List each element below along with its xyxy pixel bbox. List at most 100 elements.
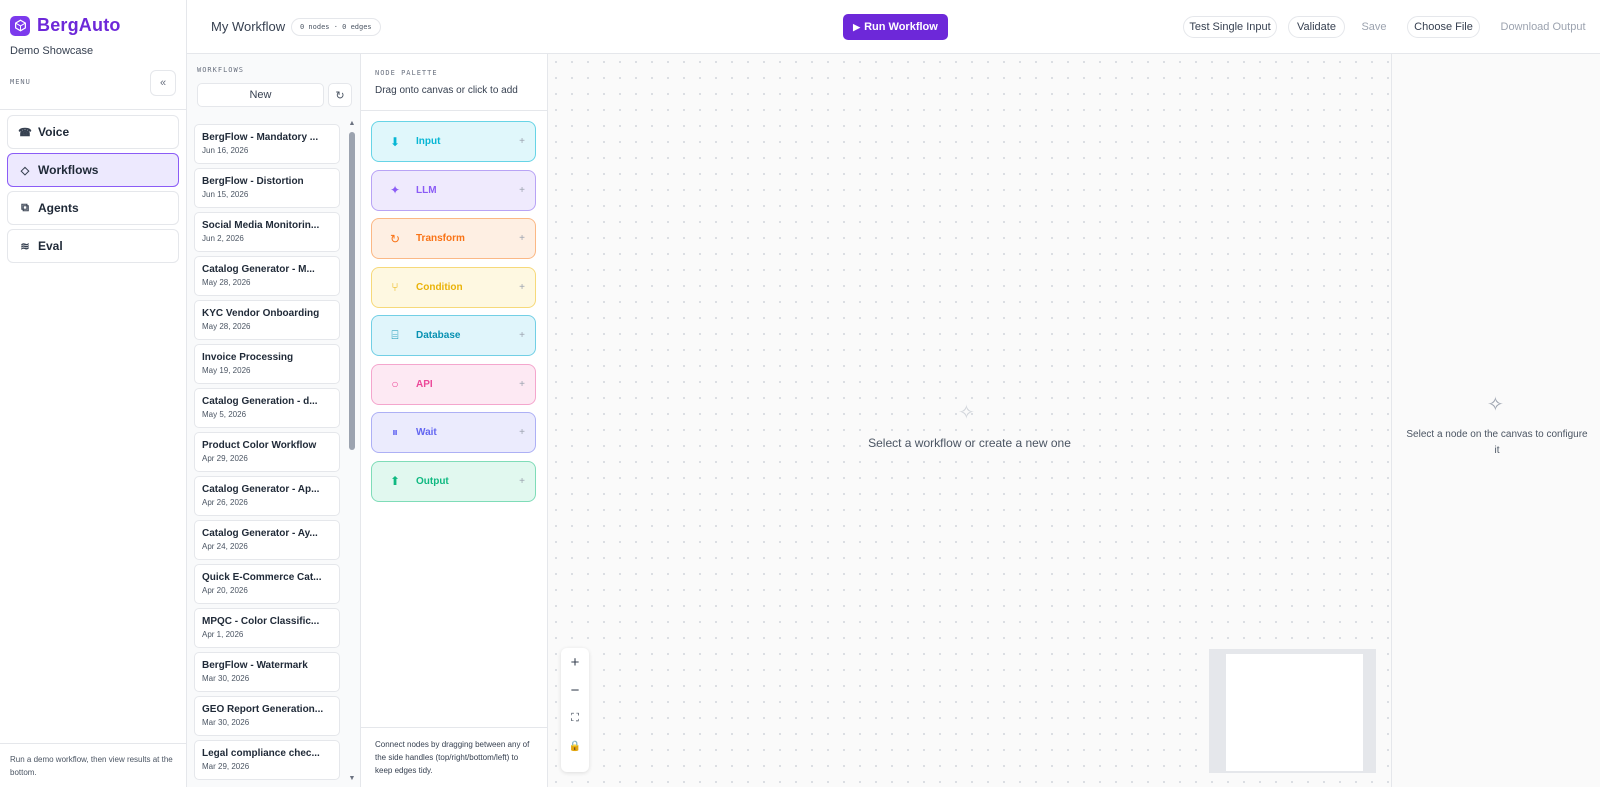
palette-node-wait[interactable]: ⏸ Wait +	[371, 412, 536, 453]
workflow-list-item[interactable]: Catalog Generator - Ap... Apr 26, 2026	[194, 476, 340, 516]
sidebar-item-label: Eval	[38, 239, 63, 253]
palette-node-label: Transform	[416, 233, 465, 244]
workflow-list-item[interactable]: Catalog Generation - d... May 5, 2026	[194, 388, 340, 428]
refresh-icon[interactable]: ↻	[328, 83, 352, 107]
validate-button[interactable]: Validate	[1288, 16, 1345, 38]
workflow-list-item[interactable]: KYC Vendor Onboarding May 28, 2026	[194, 300, 340, 340]
zoom-in-icon[interactable]: +	[561, 648, 589, 676]
add-node-icon[interactable]: +	[519, 136, 525, 147]
palette-node-condition[interactable]: ⑂ Condition +	[371, 266, 536, 308]
workflow-list-item[interactable]: BergFlow - Mandatory ... Jun 16, 2026	[194, 124, 340, 164]
palette-node-transform[interactable]: ↻ Transform +	[371, 218, 536, 259]
palette-node-label: Wait	[416, 427, 437, 438]
workflow-item-title: Catalog Generator - Ap...	[202, 484, 320, 495]
scrollbar-thumb[interactable]	[349, 132, 355, 450]
workflow-list-item[interactable]: BergFlow - Watermark Mar 30, 2026	[194, 652, 340, 692]
workflow-list-item[interactable]: Legal compliance chec... Mar 29, 2026	[194, 740, 340, 780]
zoom-out-icon[interactable]: −	[561, 676, 589, 704]
palette-node-input[interactable]: ⬇ Input +	[371, 121, 536, 162]
workflow-item-title: MPQC - Color Classific...	[202, 616, 320, 627]
config-empty-message: Select a node on the canvas to configure…	[1406, 429, 1588, 456]
workflow-list-item[interactable]: MPQC - Color Classific... Apr 1, 2026	[194, 608, 340, 648]
workflows-label: WORKFLOWS	[197, 66, 244, 74]
workflow-title[interactable]: My Workflow	[211, 19, 285, 34]
agents-icon: ⧉	[21, 201, 29, 214]
workflow-list-scrollbar[interactable]: ▲ ▼	[348, 120, 356, 787]
download-output-button[interactable]: Download Output	[1493, 16, 1593, 38]
palette-node-label: Condition	[416, 281, 463, 293]
fit-view-icon[interactable]: ⛶	[561, 704, 589, 732]
phone-icon: ☎	[18, 126, 32, 139]
sidebar-item-label: Agents	[38, 201, 79, 215]
sidebar-footer-divider	[0, 743, 187, 744]
workflow-list-item[interactable]: Quick E-Commerce Cat... Apr 20, 2026	[194, 564, 340, 604]
palette-node-label: Database	[416, 330, 461, 341]
palette-node-output[interactable]: ⬆ Output +	[371, 460, 536, 502]
scroll-up-icon[interactable]: ▲	[348, 120, 356, 127]
brand[interactable]: BergAuto	[10, 15, 121, 36]
workflow-list-item[interactable]: Product Color Workflow Apr 29, 2026	[194, 432, 340, 472]
workflow-item-title: Social Media Monitorin...	[202, 220, 320, 231]
workflow-list-item[interactable]: Invoice Processing May 19, 2026	[194, 344, 340, 384]
choose-file-button[interactable]: Choose File	[1407, 16, 1480, 38]
diamond-icon: ◇	[20, 164, 30, 177]
save-button[interactable]: Save	[1355, 16, 1393, 38]
minimap[interactable]	[1209, 649, 1376, 773]
workflow-list-item[interactable]: Catalog Generator - Ay... Apr 24, 2026	[194, 520, 340, 560]
run-workflow-button[interactable]: ▶ Run Workflow	[843, 14, 948, 40]
add-node-icon[interactable]: +	[519, 185, 525, 196]
sidebar-item-eval[interactable]: ≋ Eval	[7, 229, 179, 263]
transform-node-icon: ↻	[389, 231, 401, 246]
palette-node-label: Input	[416, 136, 441, 147]
run-workflow-label: Run Workflow	[864, 21, 938, 33]
add-node-icon[interactable]: +	[519, 233, 525, 244]
workflow-item-date: Apr 20, 2026	[202, 586, 248, 595]
add-node-icon[interactable]: +	[519, 379, 525, 390]
node-palette-subtitle: Drag onto canvas or click to add	[375, 85, 518, 96]
workflow-item-date: May 28, 2026	[202, 322, 251, 331]
workflows-panel: WORKFLOWS New ↻ BergFlow - Mandatory ...…	[187, 54, 361, 787]
workflow-item-date: Apr 29, 2026	[202, 454, 248, 463]
workflow-item-date: Mar 30, 2026	[202, 674, 250, 683]
palette-footer-divider	[361, 727, 548, 728]
app-root: BergAuto Demo Showcase MENU « ☎ Voice ◇ …	[0, 0, 1600, 787]
workflow-list-item[interactable]: GEO Report Generation... Mar 30, 2026	[194, 696, 340, 736]
add-node-icon[interactable]: +	[519, 282, 525, 293]
collapse-sidebar-button[interactable]: «	[150, 70, 176, 96]
palette-node-llm[interactable]: ✦ LLM +	[371, 169, 536, 211]
workflow-list-item[interactable]: Social Media Monitorin... Jun 2, 2026	[194, 212, 340, 252]
workflow-item-title: Catalog Generation - d...	[202, 396, 318, 407]
sidebar-item-agents[interactable]: ⧉ Agents	[7, 191, 179, 225]
lock-icon[interactable]: 🔒	[561, 732, 589, 760]
workflow-list-item[interactable]: Catalog Generator - M... May 28, 2026	[194, 256, 340, 296]
palette-node-database[interactable]: ⌸ Database +	[371, 315, 536, 356]
palette-node-api[interactable]: ○ API +	[371, 363, 536, 405]
sidebar-item-workflows[interactable]: ◇ Workflows	[7, 153, 179, 187]
sidebar-footer-text: Run a demo workflow, then view results a…	[10, 755, 173, 777]
sidebar-divider	[0, 109, 187, 110]
workflow-item-date: Jun 2, 2026	[202, 234, 244, 243]
sidebar-item-voice[interactable]: ☎ Voice	[7, 115, 179, 149]
sidebar: BergAuto Demo Showcase MENU « ☎ Voice ◇ …	[0, 0, 187, 787]
node-edge-count-badge: 0 nodes · 0 edges	[291, 18, 381, 36]
workflow-item-date: Apr 26, 2026	[202, 498, 248, 507]
add-node-icon[interactable]: +	[519, 330, 525, 341]
brand-subtitle: Demo Showcase	[10, 45, 94, 57]
workflow-item-date: Mar 29, 2026	[202, 762, 250, 771]
wave-icon: ≋	[20, 240, 30, 253]
workflow-item-title: Invoice Processing	[202, 352, 294, 363]
add-node-icon[interactable]: +	[519, 427, 525, 438]
condition-node-icon: ⑂	[391, 280, 399, 294]
test-single-input-button[interactable]: Test Single Input	[1183, 16, 1277, 38]
new-workflow-button[interactable]: New	[197, 83, 324, 107]
workflow-list-item[interactable]: BergFlow - Distortion Jun 15, 2026	[194, 168, 340, 208]
workflow-item-title: Legal compliance chec...	[202, 748, 320, 759]
scroll-down-icon[interactable]: ▼	[348, 775, 356, 782]
play-icon: ▶	[853, 21, 861, 32]
workflow-canvas[interactable]: ✧ Select a workflow or create a new one …	[548, 54, 1391, 787]
minimap-viewport[interactable]	[1226, 654, 1363, 771]
node-config-panel: ✧ Select a node on the canvas to configu…	[1391, 54, 1600, 787]
api-node-icon: ○	[391, 377, 399, 391]
workflow-item-title: Catalog Generator - Ay...	[202, 528, 318, 539]
add-node-icon[interactable]: +	[519, 476, 525, 487]
